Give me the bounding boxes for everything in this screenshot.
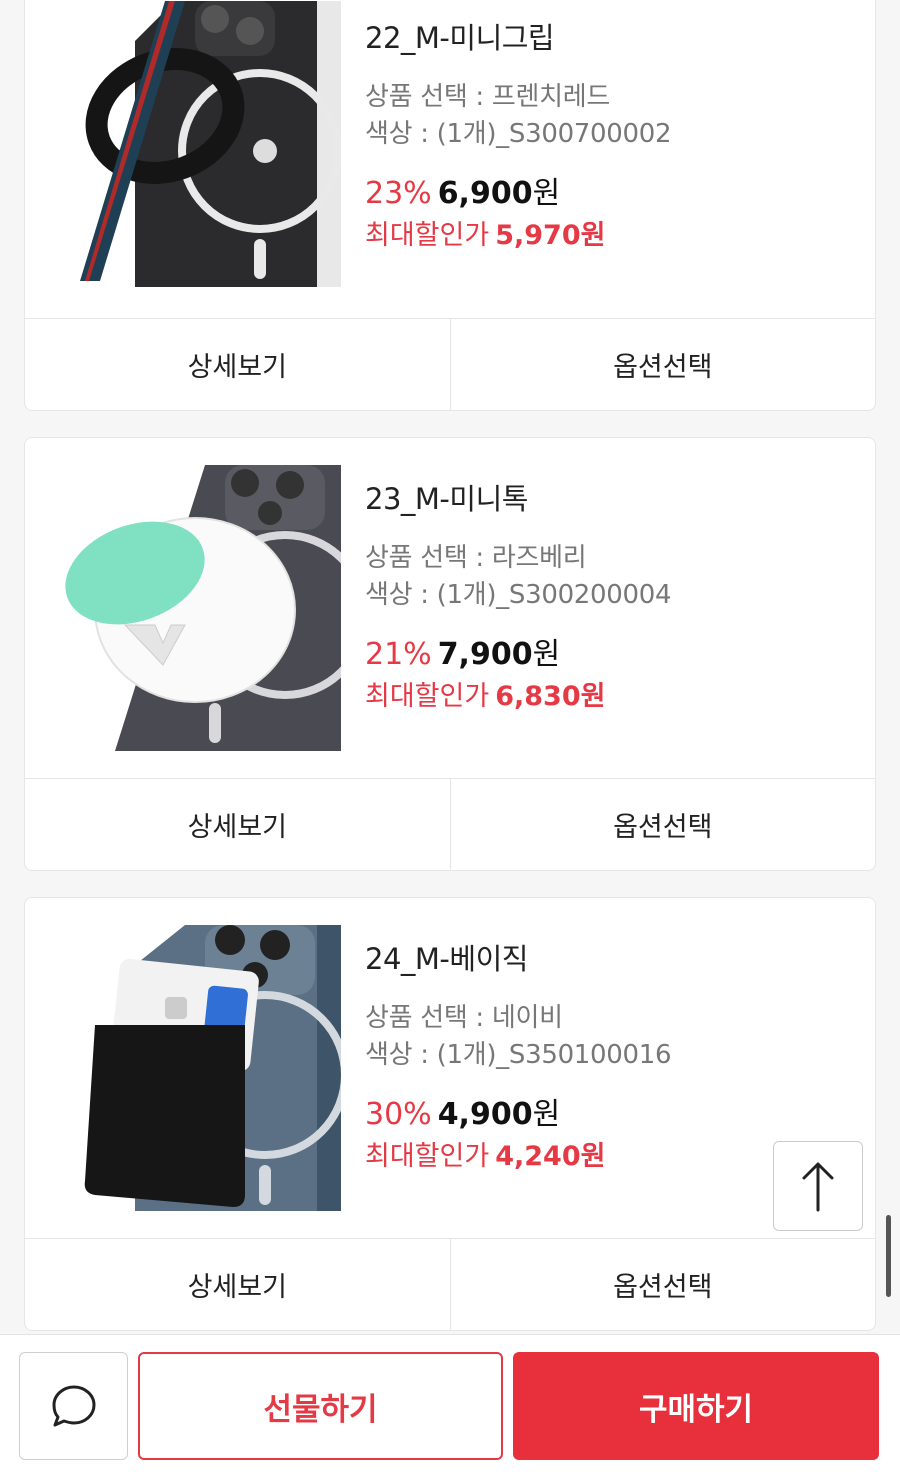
max-discount-price: 5,970원 xyxy=(495,220,606,251)
scroll-top-button[interactable] xyxy=(773,1141,863,1231)
discount-rate: 21% xyxy=(365,637,432,672)
product-card: 22_M-미니그립 상품 선택 : 프렌치레드 색상 : (1개)_S30070… xyxy=(24,0,876,411)
max-discount-label: 최대할인가 xyxy=(365,681,490,712)
bottom-action-bar: 선물하기 구매하기 xyxy=(0,1334,900,1478)
product-color-text: 색상 : (1개)_S300700002 xyxy=(365,119,672,149)
product-image[interactable] xyxy=(55,465,341,751)
discount-rate: 23% xyxy=(365,176,432,211)
sale-price: 7,900 xyxy=(437,637,533,672)
product-image[interactable] xyxy=(55,925,341,1211)
sale-price: 6,900 xyxy=(437,176,533,211)
currency-label: 원 xyxy=(532,637,561,672)
product-name[interactable]: 22_M-미니그립 xyxy=(365,15,855,57)
currency-label: 원 xyxy=(532,1097,561,1132)
max-discount-label: 최대할인가 xyxy=(365,1141,490,1172)
product-name[interactable]: 23_M-미니톡 xyxy=(365,476,855,518)
product-color-text: 색상 : (1개)_S350100016 xyxy=(365,1040,672,1070)
detail-button[interactable]: 상세보기 xyxy=(25,779,450,870)
product-option-text: 상품 선택 : 프렌치레드 xyxy=(365,82,610,112)
discount-rate: 30% xyxy=(365,1097,432,1132)
sale-price: 4,900 xyxy=(437,1097,533,1132)
detail-button[interactable]: 상세보기 xyxy=(25,319,450,410)
product-card: 23_M-미니톡 상품 선택 : 라즈베리 색상 : (1개)_S3002000… xyxy=(24,437,876,871)
max-discount-price: 6,830원 xyxy=(495,681,606,712)
product-option-text: 상품 선택 : 라즈베리 xyxy=(365,543,587,573)
option-select-button[interactable]: 옵션선택 xyxy=(449,319,876,410)
currency-label: 원 xyxy=(532,176,561,211)
gift-button[interactable]: 선물하기 xyxy=(138,1352,503,1460)
scrollbar[interactable] xyxy=(886,1215,891,1297)
max-discount-price: 4,240원 xyxy=(495,1141,606,1172)
option-select-button[interactable]: 옵션선택 xyxy=(449,779,876,870)
chat-bubble-icon xyxy=(52,1385,95,1427)
option-select-button[interactable]: 옵션선택 xyxy=(449,1239,876,1330)
detail-button[interactable]: 상세보기 xyxy=(25,1239,450,1330)
product-color-text: 색상 : (1개)_S300200004 xyxy=(365,580,672,610)
product-option-text: 상품 선택 : 네이비 xyxy=(365,1003,563,1033)
product-name[interactable]: 24_M-베이직 xyxy=(365,936,855,978)
max-discount-label: 최대할인가 xyxy=(365,220,490,251)
product-image[interactable] xyxy=(55,1,341,287)
arrow-up-icon xyxy=(802,1162,834,1212)
buy-button[interactable]: 구매하기 xyxy=(513,1352,879,1460)
product-card: 24_M-베이직 상품 선택 : 네이비 색상 : (1개)_S35010001… xyxy=(24,897,876,1331)
chat-button[interactable] xyxy=(19,1352,128,1460)
